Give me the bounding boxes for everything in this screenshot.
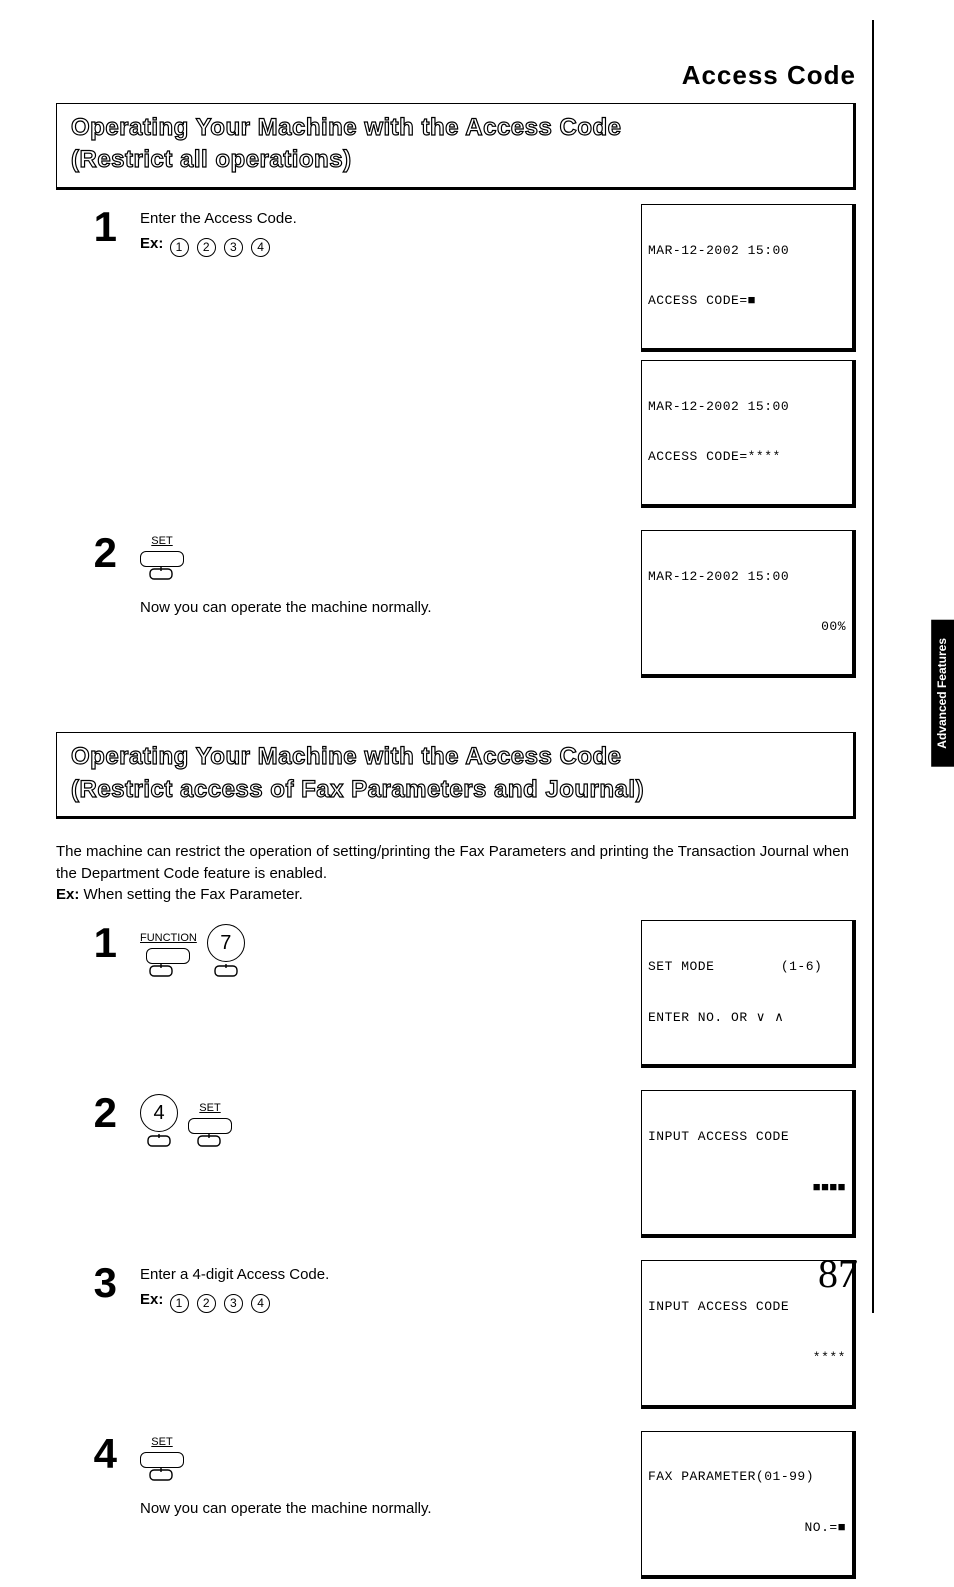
section-a-step-1: 1 Enter the Access Code. Ex: 1 2 3 4 MAR… xyxy=(56,204,856,516)
set-key-icon: SET xyxy=(188,1101,232,1150)
set-key-icon: SET xyxy=(140,534,184,583)
section-b-heading-box: Operating Your Machine with the Access C… xyxy=(56,732,856,819)
ex-label: Ex: xyxy=(140,1291,163,1308)
section-a-heading-line2: (Restrict all operations) xyxy=(71,144,839,176)
step-number: 3 xyxy=(56,1260,140,1304)
press-hand-icon xyxy=(141,1134,177,1150)
lcd-display: INPUT ACCESS CODE ■■■■ xyxy=(641,1090,856,1238)
function-key-icon: FUNCTION xyxy=(140,931,197,980)
section-a-heading-line1: Operating Your Machine with the Access C… xyxy=(71,112,839,144)
step-after-text: Now you can operate the machine normally… xyxy=(140,1498,631,1519)
section-a-step-2: 2 SET Now you can operate the machine no… xyxy=(56,530,856,686)
set-key-icon: SET xyxy=(140,1435,184,1484)
section-b-step-1: 1 FUNCTION 7 xyxy=(56,920,856,1076)
section-b-step-2: 2 4 SET xyxy=(56,1090,856,1246)
digit-key-icon: 2 xyxy=(197,1294,216,1313)
press-hand-icon xyxy=(208,964,244,980)
digit-key-icon: 4 xyxy=(251,1294,270,1313)
section-b-intro: The machine can restrict the operation o… xyxy=(56,841,856,906)
press-hand-icon xyxy=(188,1134,230,1150)
lcd-display: MAR-12-2002 15:00 00% xyxy=(641,530,856,678)
page-number: 87 xyxy=(818,1250,858,1297)
section-b-step-4: 4 SET Now you can operate the machine no… xyxy=(56,1431,856,1587)
digit-key-icon: 2 xyxy=(197,238,216,257)
lcd-display: FAX PARAMETER(01-99) NO.=■ xyxy=(641,1431,856,1579)
page-title: Access Code xyxy=(56,60,856,91)
digit-key-icon: 3 xyxy=(224,1294,243,1313)
lcd-display: MAR-12-2002 15:00 ACCESS CODE=■ xyxy=(641,204,856,352)
chapter-tab-line1: Advanced Features xyxy=(935,638,949,749)
digit-key-icon: 1 xyxy=(170,238,189,257)
press-hand-icon xyxy=(140,964,182,980)
ex-label: Ex: xyxy=(140,235,163,252)
lcd-display: SET MODE (1-6) ENTER NO. OR ∨ ∧ xyxy=(641,920,856,1068)
digit-key-icon: 4 xyxy=(251,238,270,257)
chapter-tab: Advanced Features xyxy=(931,620,954,767)
section-b-heading-line1: Operating Your Machine with the Access C… xyxy=(71,741,839,773)
lcd-display: MAR-12-2002 15:00 ACCESS CODE=**** xyxy=(641,360,856,508)
press-hand-icon xyxy=(140,567,182,583)
digit-key-icon: 1 xyxy=(170,1294,189,1313)
step-number: 1 xyxy=(56,920,140,964)
section-b-step-3: 3 Enter a 4-digit Access Code. Ex: 1 2 3… xyxy=(56,1260,856,1416)
digit-key-icon: 7 xyxy=(207,924,245,962)
step-number: 4 xyxy=(56,1431,140,1475)
step-after-text: Now you can operate the machine normally… xyxy=(140,597,631,618)
step-number: 2 xyxy=(56,1090,140,1134)
section-b-heading-line2: (Restrict access of Fax Parameters and J… xyxy=(71,774,839,806)
press-hand-icon xyxy=(140,1468,182,1484)
page-right-rule xyxy=(872,20,874,1313)
step-text: Enter a 4-digit Access Code. xyxy=(140,1264,631,1285)
section-a-heading-box: Operating Your Machine with the Access C… xyxy=(56,103,856,190)
step-number: 2 xyxy=(56,530,140,574)
digit-key-icon: 4 xyxy=(140,1094,178,1132)
step-number: 1 xyxy=(56,204,140,248)
step-text: Enter the Access Code. xyxy=(140,208,631,229)
digit-key-icon: 3 xyxy=(224,238,243,257)
